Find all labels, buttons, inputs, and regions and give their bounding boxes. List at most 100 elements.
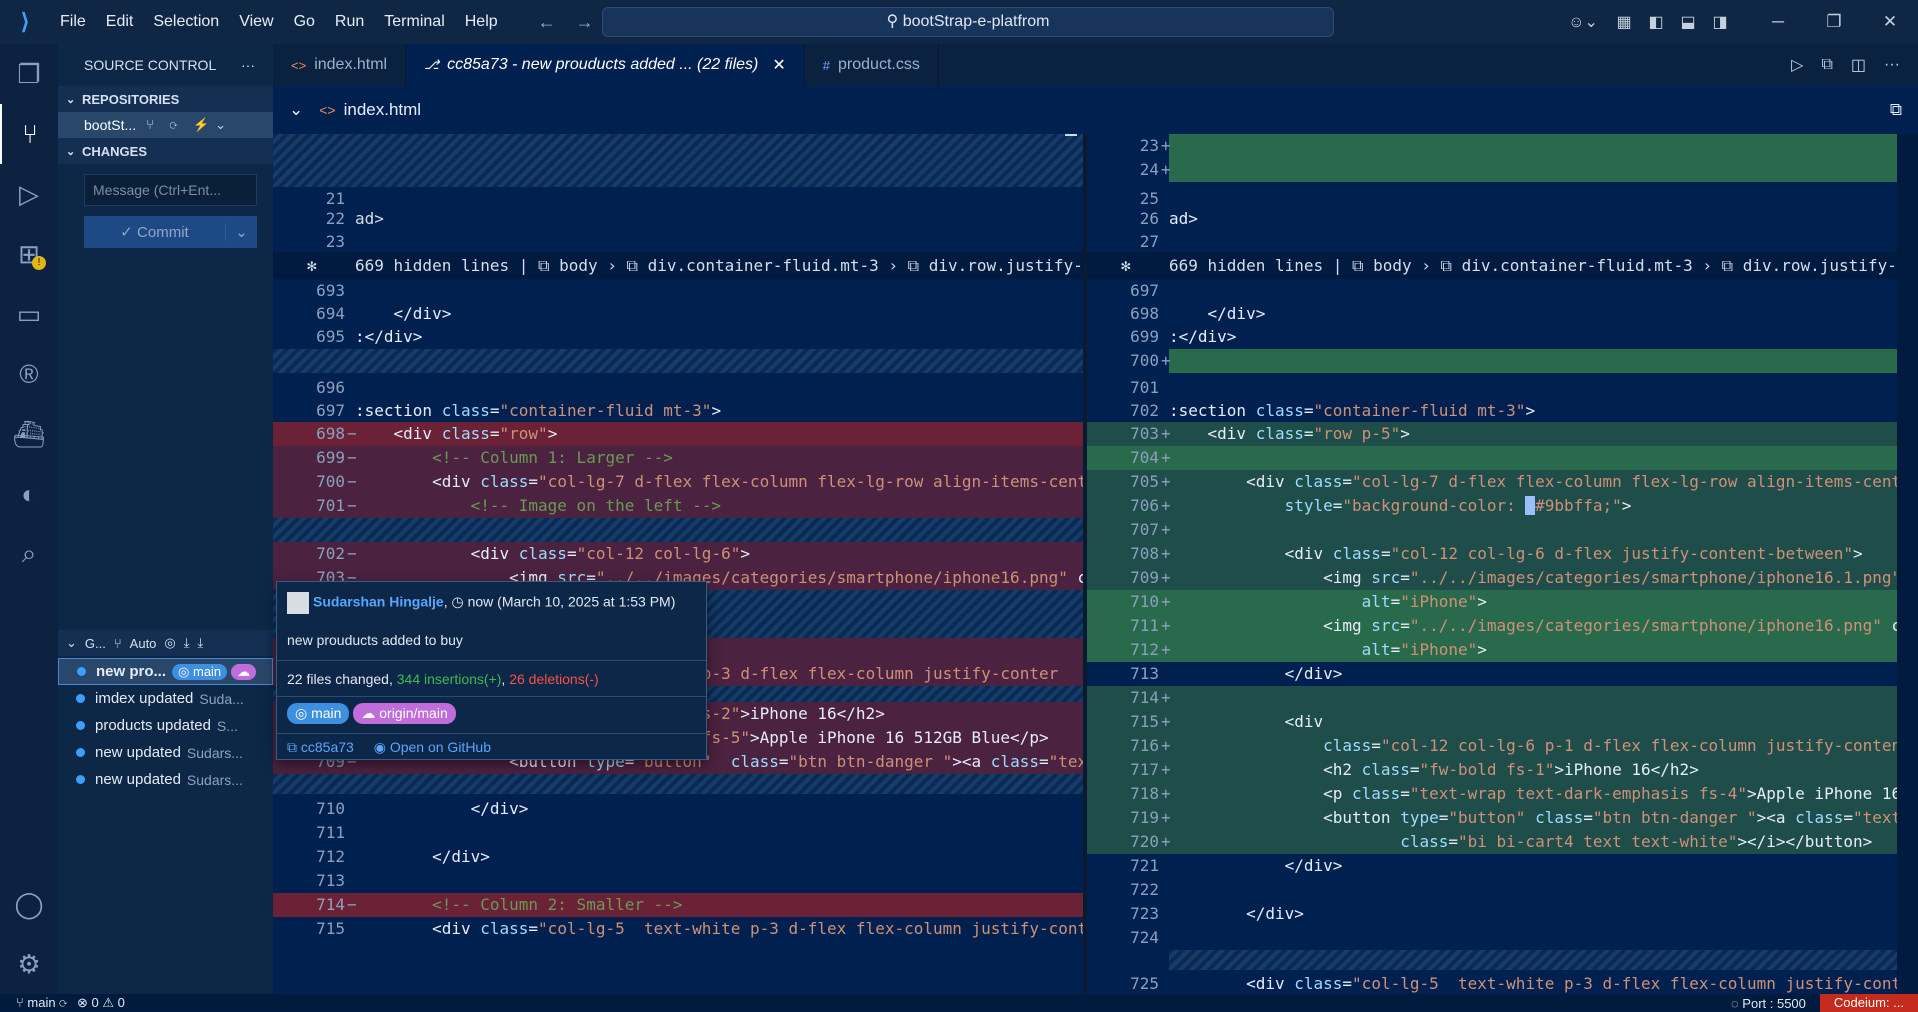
close-window-icon[interactable]: ✕ — [1862, 12, 1918, 32]
pull-icon[interactable]: ⤓ — [198, 635, 204, 651]
remote-branch-badge[interactable]: ☁ origin/main — [353, 703, 456, 724]
extensions-icon[interactable]: ⊞! — [0, 224, 58, 284]
html-file-icon: <> — [319, 102, 336, 118]
command-center-search[interactable]: ⚲ bootStrap-e-platfrom — [602, 7, 1334, 37]
toggle-panel-icon[interactable]: ⬓ — [1672, 12, 1704, 32]
graph-commit-item[interactable]: new pro... ◎ main ☁ — [58, 658, 273, 685]
repositories-label: REPOSITORIES — [82, 91, 180, 107]
more-actions-icon[interactable]: ··· — [1884, 56, 1900, 74]
menu-file[interactable]: File — [50, 13, 96, 31]
hidden-lines-fold[interactable]: ✻ 669 hidden lines | ⧉ body › ⧉ div.conta… — [273, 252, 1083, 279]
inserted-line: 717 + <h2 class="fw-bold fs-1">iPhone 16<… — [1087, 758, 1897, 782]
back-arrow-icon[interactable]: ← — [538, 12, 556, 33]
menu-view[interactable]: View — [229, 13, 283, 31]
diff-file-header[interactable]: ⌄ <> index.html ⧉ — [273, 86, 1918, 134]
graph-section-header[interactable]: ⌄ G... ⑂ Auto ◎ ⤓ ⤓ — [58, 630, 273, 656]
inserted-line: 708 + <div class="col-12 col-lg-6 d-flex … — [1087, 542, 1897, 566]
hidden-lines-fold[interactable]: ✻ 669 hidden lines | ⧉ body › ⧉ div.conta… — [1087, 252, 1897, 279]
commit-dropdown-icon[interactable]: ⌄ — [225, 223, 257, 241]
status-bar: ⑂ main ⟳ ⊗ 0 ⚠ 0 ◌ Port : 5500 Codeium: … — [0, 994, 1918, 1012]
tab-commit-diff[interactable]: ⎇ cc85a73 - new prouducts added ... (22 f… — [406, 44, 805, 86]
search-activity-icon[interactable]: ⌕ — [0, 524, 58, 584]
menu-run[interactable]: Run — [325, 13, 374, 31]
graph-commit-item[interactable]: new updated Sudars... — [58, 766, 273, 793]
commit-author: Suda... — [199, 690, 244, 707]
repository-item[interactable]: bootSt... ⑂ ⟳ ⚡⌄ — [58, 112, 273, 138]
divider — [277, 696, 706, 697]
menu-go[interactable]: Go — [284, 13, 325, 31]
live-share-icon[interactable]: ◐ — [0, 464, 58, 524]
r-extension-icon[interactable]: ® — [0, 344, 58, 404]
files-changed: 22 files changed, — [287, 671, 397, 687]
divider — [277, 733, 706, 734]
branch-status[interactable]: ⑂ main ⟳ — [16, 995, 67, 1011]
codeium-status[interactable]: Codeium: ... — [1819, 994, 1918, 1012]
run-debug-icon[interactable]: ▷ — [0, 164, 58, 224]
menu-edit[interactable]: Edit — [96, 13, 144, 31]
menu-selection[interactable]: Selection — [143, 13, 229, 31]
copy-sha-link[interactable]: ⧉ cc85a73 — [287, 739, 354, 755]
accounts-icon[interactable]: ◯ — [0, 874, 58, 934]
code-line: 713 — [316, 871, 345, 890]
divider — [277, 660, 706, 661]
more-actions-icon[interactable]: ··· — [241, 57, 255, 73]
open-github-link[interactable]: ◉ Open on GitHub — [374, 739, 491, 755]
copilot-icon[interactable]: ☺⌄ — [1558, 12, 1608, 32]
deleted-line: 701− <!-- Image on the left --> — [273, 494, 1083, 518]
branch-badge: ◎ main — [172, 663, 228, 680]
menu-help[interactable]: Help — [455, 13, 508, 31]
settings-gear-icon[interactable]: ⚙ — [0, 934, 58, 994]
inserted-line: 712 + alt="iPhone"> — [1087, 638, 1897, 662]
target-icon[interactable]: ◎ — [164, 635, 175, 651]
search-icon: ⚲ — [886, 13, 903, 30]
unfold-icon[interactable]: ✻ — [307, 252, 317, 279]
split-editor-icon[interactable]: ◫ — [1851, 55, 1866, 75]
tab-product-css[interactable]: # product.css — [805, 44, 939, 86]
fetch-icon[interactable]: ⤓ — [184, 635, 190, 651]
cloud-icon: ☁ — [231, 663, 257, 680]
minimize-icon[interactable]: ─ — [1750, 12, 1806, 32]
toggle-sidebar-icon[interactable]: ◧ — [1640, 12, 1672, 32]
restore-icon[interactable]: ❐ — [1806, 12, 1862, 32]
open-changes-icon[interactable]: ⧉ — [1821, 56, 1832, 74]
code-line: 697:section class="container-fluid mt-3"… — [316, 401, 722, 420]
graph-commit-item[interactable]: new updated Sudars... — [58, 739, 273, 766]
code-line: 695:</div> — [316, 327, 423, 346]
graph-list: new pro... ◎ main ☁ imdex updated Suda...… — [58, 658, 273, 793]
forward-arrow-icon[interactable]: → — [576, 12, 594, 33]
changes-section[interactable]: ⌄ CHANGES — [58, 138, 273, 164]
warning-badge-icon: ! — [32, 256, 46, 270]
unfold-icon[interactable]: ✻ — [1121, 252, 1131, 279]
repositories-section[interactable]: ⌄ REPOSITORIES — [58, 86, 273, 112]
customize-layout-icon[interactable]: ▦ — [1608, 12, 1640, 32]
commit-button[interactable]: ✓ Commit ⌄ — [84, 216, 257, 248]
source-control-icon[interactable]: ⑂ — [0, 104, 58, 164]
graph-commit-item[interactable]: imdex updated Suda... — [58, 685, 273, 712]
branch-name: main — [27, 995, 56, 1010]
toggle-secondary-sidebar-icon[interactable]: ◨ — [1704, 12, 1736, 32]
remote-explorer-icon[interactable]: ▭ — [0, 284, 58, 344]
copy-icon: ⧉ — [287, 739, 301, 755]
graph-commit-item[interactable]: products updated S... — [58, 712, 273, 739]
commit-author-link[interactable]: Sudarshan Hingalje — [313, 594, 444, 610]
code-line: 27 — [1139, 232, 1159, 251]
code-line: 22 ad> — [325, 209, 384, 228]
commit-dot-icon — [76, 775, 85, 784]
live-server-port[interactable]: ◌ Port : 5500 — [1717, 996, 1820, 1011]
run-icon[interactable]: ▷ — [1791, 55, 1803, 75]
docker-icon[interactable]: ⛴ — [0, 404, 58, 464]
branch-badge[interactable]: ◎ main — [287, 703, 350, 724]
graph-auto-label[interactable]: Auto — [130, 636, 157, 651]
diff-original-pane[interactable]: 21 22 ad> 23 ✻ 669 hidden lines | ⧉ body ›… — [273, 134, 1083, 994]
repo-action-icons[interactable]: ⑂ ⟳ ⚡⌄ — [146, 117, 232, 133]
sync-icon[interactable]: ⟳ — [59, 995, 67, 1010]
close-tab-icon[interactable]: ✕ — [772, 55, 785, 75]
tab-index-html[interactable]: <> index.html — [273, 44, 407, 86]
menu-terminal[interactable]: Terminal — [374, 13, 454, 31]
problems-status[interactable]: ⊗ 0 ⚠ 0 — [77, 995, 125, 1011]
explorer-icon[interactable]: ❐ — [0, 44, 58, 104]
diff-modified-pane[interactable]: 23 + 24 + 25 26 ad> 27 ✻ 669 hidden lines | … — [1087, 134, 1897, 994]
diff-icon: ⎇ — [424, 57, 440, 72]
commit-message-input[interactable]: Message (Ctrl+Ent... — [84, 174, 257, 206]
open-file-icon[interactable]: ⧉ — [1890, 100, 1902, 120]
